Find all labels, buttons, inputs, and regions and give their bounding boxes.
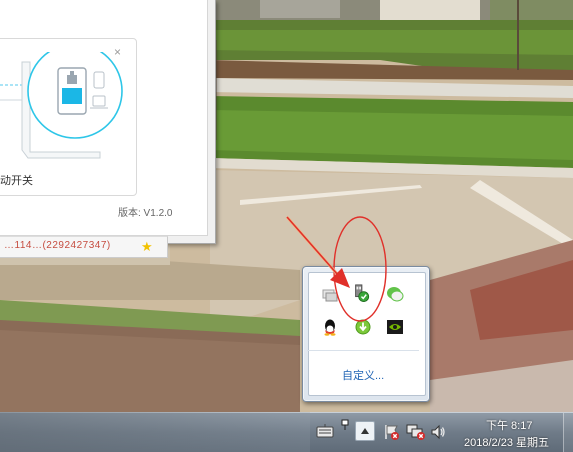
star-icon[interactable]: ★ <box>141 240 153 253</box>
usb-safely-remove-icon[interactable] <box>352 284 370 302</box>
wechat-icon[interactable] <box>386 285 404 303</box>
clock-date[interactable]: 2018/2/23 星期五 <box>464 434 549 450</box>
taskbar-fade <box>0 412 310 452</box>
version-label: 版本: V1.2.0 <box>118 208 173 219</box>
nvidia-icon[interactable] <box>386 318 404 336</box>
network-icon[interactable] <box>321 286 339 304</box>
phone-illustration-icon <box>0 52 123 159</box>
volume-icon[interactable] <box>430 424 446 440</box>
download-icon[interactable] <box>354 318 372 336</box>
flag-action-center-icon[interactable] <box>383 423 401 441</box>
network-disconnected-icon[interactable] <box>406 423 426 441</box>
contact-strip-text: …114…(2292427347) <box>4 240 111 251</box>
show-hidden-icons-button[interactable] <box>355 421 375 441</box>
switch-label: 动开关 <box>0 175 33 187</box>
keyboard-icon[interactable] <box>316 422 334 440</box>
clock-time[interactable]: 下午 8:17 <box>486 417 532 433</box>
qq-icon[interactable] <box>321 318 339 336</box>
pen-icon[interactable] <box>340 418 350 432</box>
popup-divider <box>307 350 419 351</box>
show-desktop-button[interactable] <box>563 413 573 452</box>
customize-link[interactable]: 自定义... <box>342 367 384 383</box>
